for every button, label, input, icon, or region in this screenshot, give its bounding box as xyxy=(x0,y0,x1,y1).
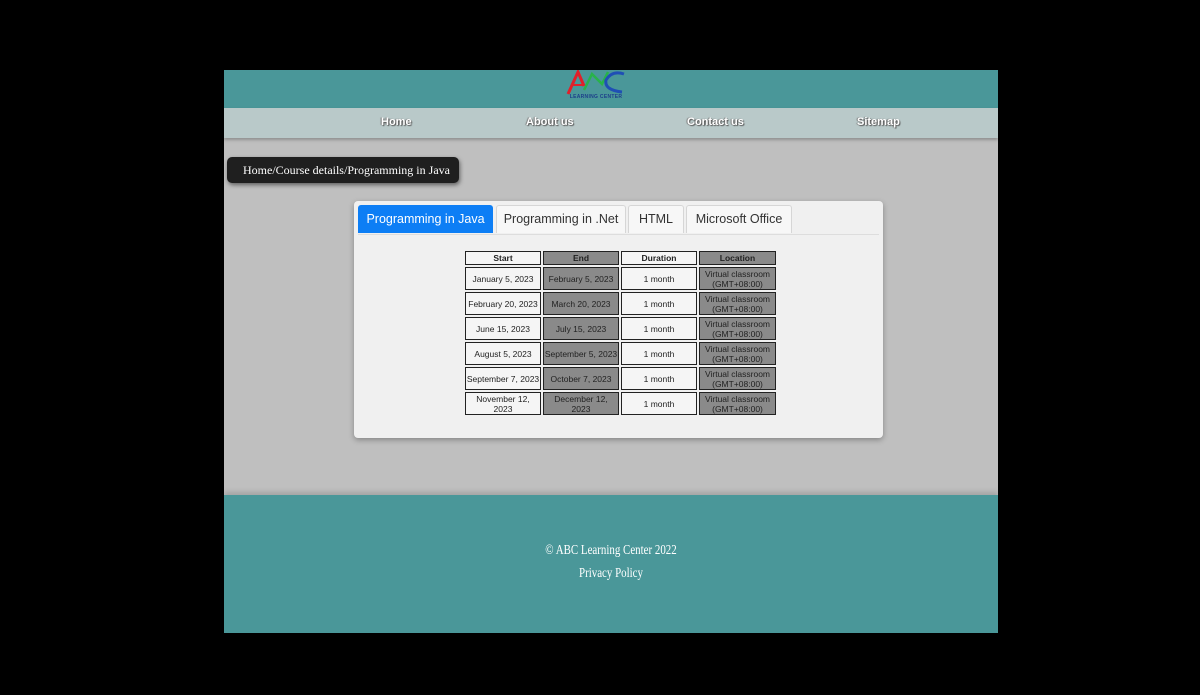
page-frame: LEARNING CENTER Home About us Contact us… xyxy=(224,70,998,633)
table-row: September 7, 2023 October 7, 2023 1 mont… xyxy=(465,367,776,390)
header-location: Location xyxy=(699,251,776,265)
location-cell: Virtual classroom (GMT+08:00) xyxy=(699,317,776,340)
tab-programming-java[interactable]: Programming in Java xyxy=(358,205,493,233)
tab-programming-net[interactable]: Programming in .Net xyxy=(496,205,626,233)
end-cell: July 15, 2023 xyxy=(543,317,619,340)
privacy-policy-link[interactable]: Privacy Policy xyxy=(309,566,913,582)
site-header: LEARNING CENTER xyxy=(224,70,998,108)
header-start: Start xyxy=(465,251,541,265)
tab-html[interactable]: HTML xyxy=(628,205,684,233)
end-cell: October 7, 2023 xyxy=(543,367,619,390)
table-row: November 12, 2023 December 12, 2023 1 mo… xyxy=(465,392,776,415)
header-duration: Duration xyxy=(621,251,697,265)
abc-logo-icon xyxy=(566,70,625,95)
copyright-text: © ABC Learning Center 2022 xyxy=(545,543,677,558)
end-cell: February 5, 2023 xyxy=(543,267,619,290)
table-header-row: Start End Duration Location xyxy=(465,251,776,265)
table-row: August 5, 2023 September 5, 2023 1 month… xyxy=(465,342,776,365)
location-cell: Virtual classroom (GMT+08:00) xyxy=(699,267,776,290)
location-cell: Virtual classroom (GMT+08:00) xyxy=(699,367,776,390)
start-cell: August 5, 2023 xyxy=(465,342,541,365)
start-cell: June 15, 2023 xyxy=(465,317,541,340)
site-footer: © ABC Learning Center 2022 Privacy Polic… xyxy=(224,495,998,633)
course-card: Programming in Java Programming in .Net … xyxy=(354,201,883,438)
duration-cell: 1 month xyxy=(621,317,697,340)
nav-about-link[interactable]: About us xyxy=(526,116,574,128)
breadcrumb: Home/Course details/Programming in Java xyxy=(227,157,459,183)
tab-microsoft-office[interactable]: Microsoft Office xyxy=(686,205,792,233)
location-cell: Virtual classroom (GMT+08:00) xyxy=(699,392,776,415)
start-cell: November 12, 2023 xyxy=(465,392,541,415)
nav-sitemap-link[interactable]: Sitemap xyxy=(857,116,900,128)
table-row: February 20, 2023 March 20, 2023 1 month… xyxy=(465,292,776,315)
end-cell: March 20, 2023 xyxy=(543,292,619,315)
start-cell: January 5, 2023 xyxy=(465,267,541,290)
duration-cell: 1 month xyxy=(621,267,697,290)
location-cell: Virtual classroom (GMT+08:00) xyxy=(699,292,776,315)
course-schedule-table: Start End Duration Location January 5, 2… xyxy=(463,249,778,417)
duration-cell: 1 month xyxy=(621,392,697,415)
table-row: January 5, 2023 February 5, 2023 1 month… xyxy=(465,267,776,290)
location-cell: Virtual classroom (GMT+08:00) xyxy=(699,342,776,365)
nav-contact-link[interactable]: Contact us xyxy=(687,116,744,128)
end-cell: September 5, 2023 xyxy=(543,342,619,365)
duration-cell: 1 month xyxy=(621,342,697,365)
duration-cell: 1 month xyxy=(621,367,697,390)
start-cell: September 7, 2023 xyxy=(465,367,541,390)
start-cell: February 20, 2023 xyxy=(465,292,541,315)
header-end: End xyxy=(543,251,619,265)
nav-home-link[interactable]: Home xyxy=(381,116,412,128)
course-tabs: Programming in Java Programming in .Net … xyxy=(358,205,879,235)
logo-subtitle: LEARNING CENTER xyxy=(569,94,623,100)
abc-logo[interactable]: LEARNING CENTER xyxy=(564,70,628,106)
duration-cell: 1 month xyxy=(621,292,697,315)
table-row: June 15, 2023 July 15, 2023 1 month Virt… xyxy=(465,317,776,340)
main-nav: Home About us Contact us Sitemap xyxy=(224,108,998,138)
end-cell: December 12, 2023 xyxy=(543,392,619,415)
